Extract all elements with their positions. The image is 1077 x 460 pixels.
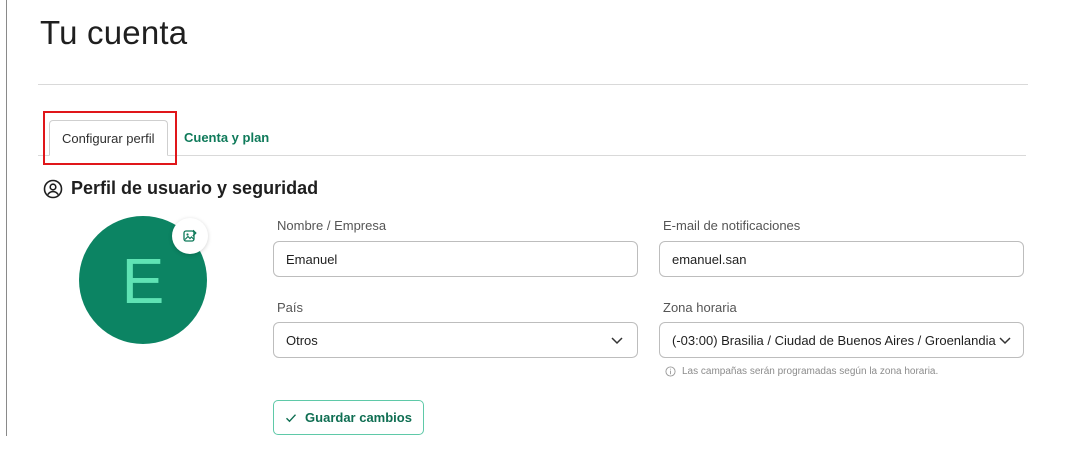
page-title: Tu cuenta	[40, 14, 188, 51]
tab-label: Configurar perfil	[62, 130, 155, 146]
name-value: Emanuel	[286, 251, 338, 267]
section-header: Perfil de usuario y seguridad	[43, 178, 318, 199]
country-value: Otros	[286, 332, 318, 348]
email-value: emanuel.san	[672, 251, 747, 267]
avatar-letter: E	[121, 245, 165, 317]
edit-photo-button[interactable]	[172, 218, 208, 254]
email-input[interactable]: emanuel.san	[659, 241, 1024, 277]
image-edit-icon	[183, 229, 197, 242]
tab-label: Cuenta y plan	[184, 130, 270, 145]
tab-configurar-perfil[interactable]: Configurar perfil	[49, 120, 168, 156]
check-icon	[286, 413, 297, 422]
chevron-down-icon	[611, 337, 623, 345]
tab-cuenta-y-plan[interactable]: Cuenta y plan	[184, 120, 269, 155]
timezone-hint-text: Las campañas serán programadas según la …	[682, 366, 939, 377]
user-circle-icon	[43, 179, 63, 198]
chevron-down-icon	[999, 337, 1011, 345]
timezone-hint: Las campañas serán programadas según la …	[665, 366, 938, 377]
title-divider	[38, 84, 1028, 85]
country-label: País	[277, 300, 304, 315]
timezone-select[interactable]: (-03:00) Brasilia / Ciudad de Buenos Air…	[659, 322, 1024, 358]
timezone-value: (-03:00) Brasilia / Ciudad de Buenos Air…	[672, 332, 996, 348]
timezone-label: Zona horaria	[663, 300, 737, 315]
tabs-bar: Configurar perfil Cuenta y plan	[38, 110, 1026, 156]
email-label: E-mail de notificaciones	[663, 218, 801, 233]
name-label: Nombre / Empresa	[277, 218, 387, 233]
left-border	[6, 0, 7, 436]
save-button[interactable]: Guardar cambios	[273, 400, 424, 435]
save-button-label: Guardar cambios	[305, 410, 412, 425]
section-title: Perfil de usuario y seguridad	[71, 178, 319, 198]
country-select[interactable]: Otros	[273, 322, 638, 358]
info-icon	[665, 366, 676, 377]
name-input[interactable]: Emanuel	[273, 241, 638, 277]
